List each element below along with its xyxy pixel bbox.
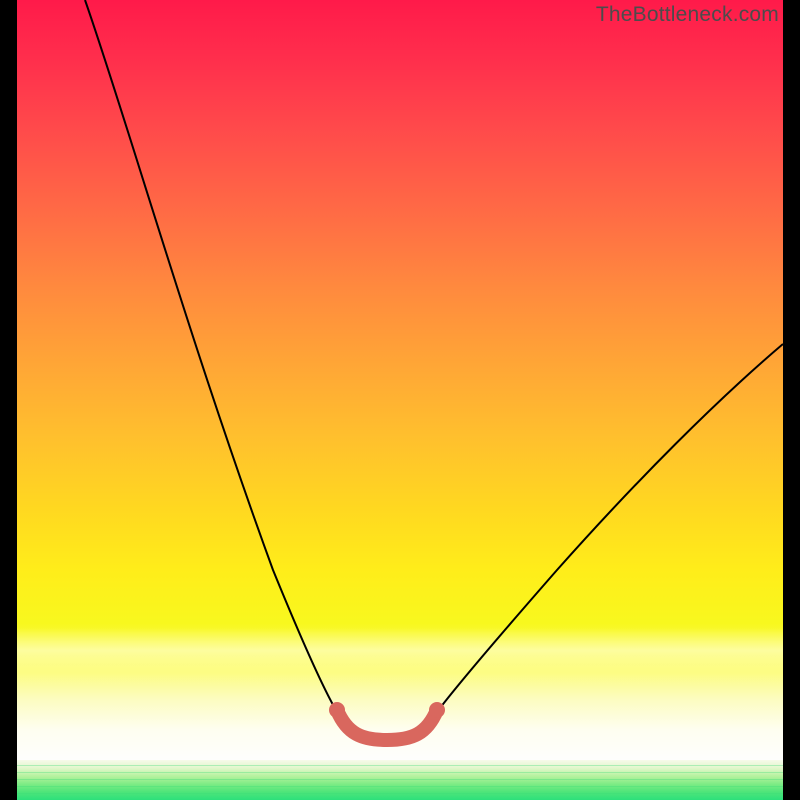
black-bar-right [783,0,800,800]
green-stripe [17,779,783,780]
green-stripe [17,772,783,773]
gradient-background [17,0,783,760]
black-bar-left [0,0,17,800]
green-gradient-bottom [17,760,783,800]
green-stripe [17,793,783,794]
green-stripe [17,765,783,766]
plot-area [17,0,783,800]
watermark-text: TheBottleneck.com [596,3,779,27]
chart-stage: TheBottleneck.com [0,0,800,800]
green-stripe [17,786,783,787]
